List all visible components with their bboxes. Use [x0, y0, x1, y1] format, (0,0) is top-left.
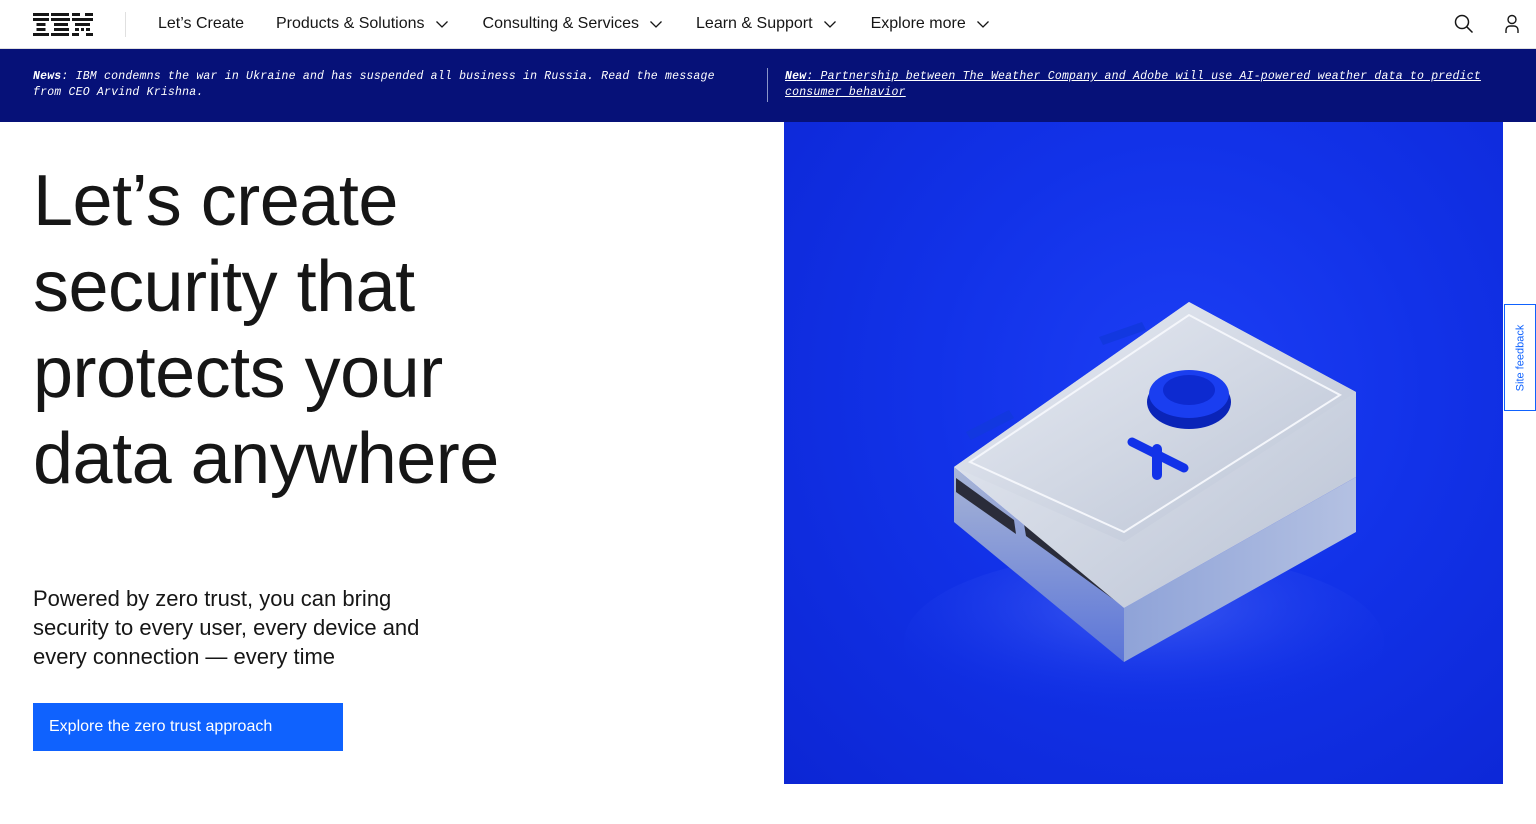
news-item-ukraine[interactable]: News: IBM condemns the war in Ukraine an…: [33, 69, 723, 101]
masthead: Let’s Create Products & Solutions Consul…: [0, 0, 1536, 49]
chevron-down-icon: [435, 17, 449, 31]
nav-item-products-solutions[interactable]: Products & Solutions: [260, 0, 465, 48]
news-text: : Partnership between The Weather Compan…: [785, 70, 1481, 99]
safe-illustration: [904, 302, 1384, 732]
nav-item-lets-create[interactable]: Let’s Create: [142, 0, 260, 48]
main-nav: Let’s Create Products & Solutions Consul…: [142, 0, 1006, 48]
search-icon: [1454, 14, 1474, 34]
chevron-down-icon: [823, 17, 837, 31]
nav-item-label: Explore more: [870, 15, 966, 32]
nav-item-label: Products & Solutions: [275, 15, 425, 32]
hero-title: Let’s create security that protects your…: [33, 161, 499, 499]
explore-zero-trust-button[interactable]: Explore the zero trust approach: [33, 703, 343, 751]
profile-button[interactable]: [1488, 0, 1536, 48]
news-item-weather[interactable]: New: Partnership between The Weather Com…: [785, 69, 1505, 101]
nav-item-label: Learn & Support: [696, 15, 813, 32]
site-feedback-label: Site feedback: [1514, 324, 1526, 391]
masthead-actions: [1440, 0, 1536, 48]
nav-item-label: Let’s Create: [158, 15, 244, 32]
site-feedback-tab[interactable]: Site feedback: [1504, 304, 1536, 411]
logo-divider: [125, 12, 126, 37]
news-divider: [767, 68, 768, 102]
search-button[interactable]: [1440, 0, 1488, 48]
nav-item-learn-support[interactable]: Learn & Support: [680, 0, 853, 48]
news-prefix: News: [33, 70, 62, 83]
nav-item-consulting-services[interactable]: Consulting & Services: [467, 0, 680, 48]
hero-safe-illustration: [784, 122, 1503, 784]
nav-item-label: Consulting & Services: [482, 15, 640, 32]
news-prefix: New: [785, 70, 807, 83]
hero-subtitle: Powered by zero trust, you can bring sec…: [33, 586, 420, 669]
news-text: : IBM condemns the war in Ukraine and ha…: [33, 70, 715, 99]
news-link[interactable]: New: Partnership between The Weather Com…: [785, 70, 1481, 99]
news-bar: News: IBM condemns the war in Ukraine an…: [0, 49, 1536, 122]
ibm-logo[interactable]: [33, 13, 93, 36]
chevron-down-icon: [649, 17, 663, 31]
nav-item-explore-more[interactable]: Explore more: [855, 0, 1006, 48]
chevron-down-icon: [976, 17, 990, 31]
user-icon: [1505, 14, 1519, 33]
